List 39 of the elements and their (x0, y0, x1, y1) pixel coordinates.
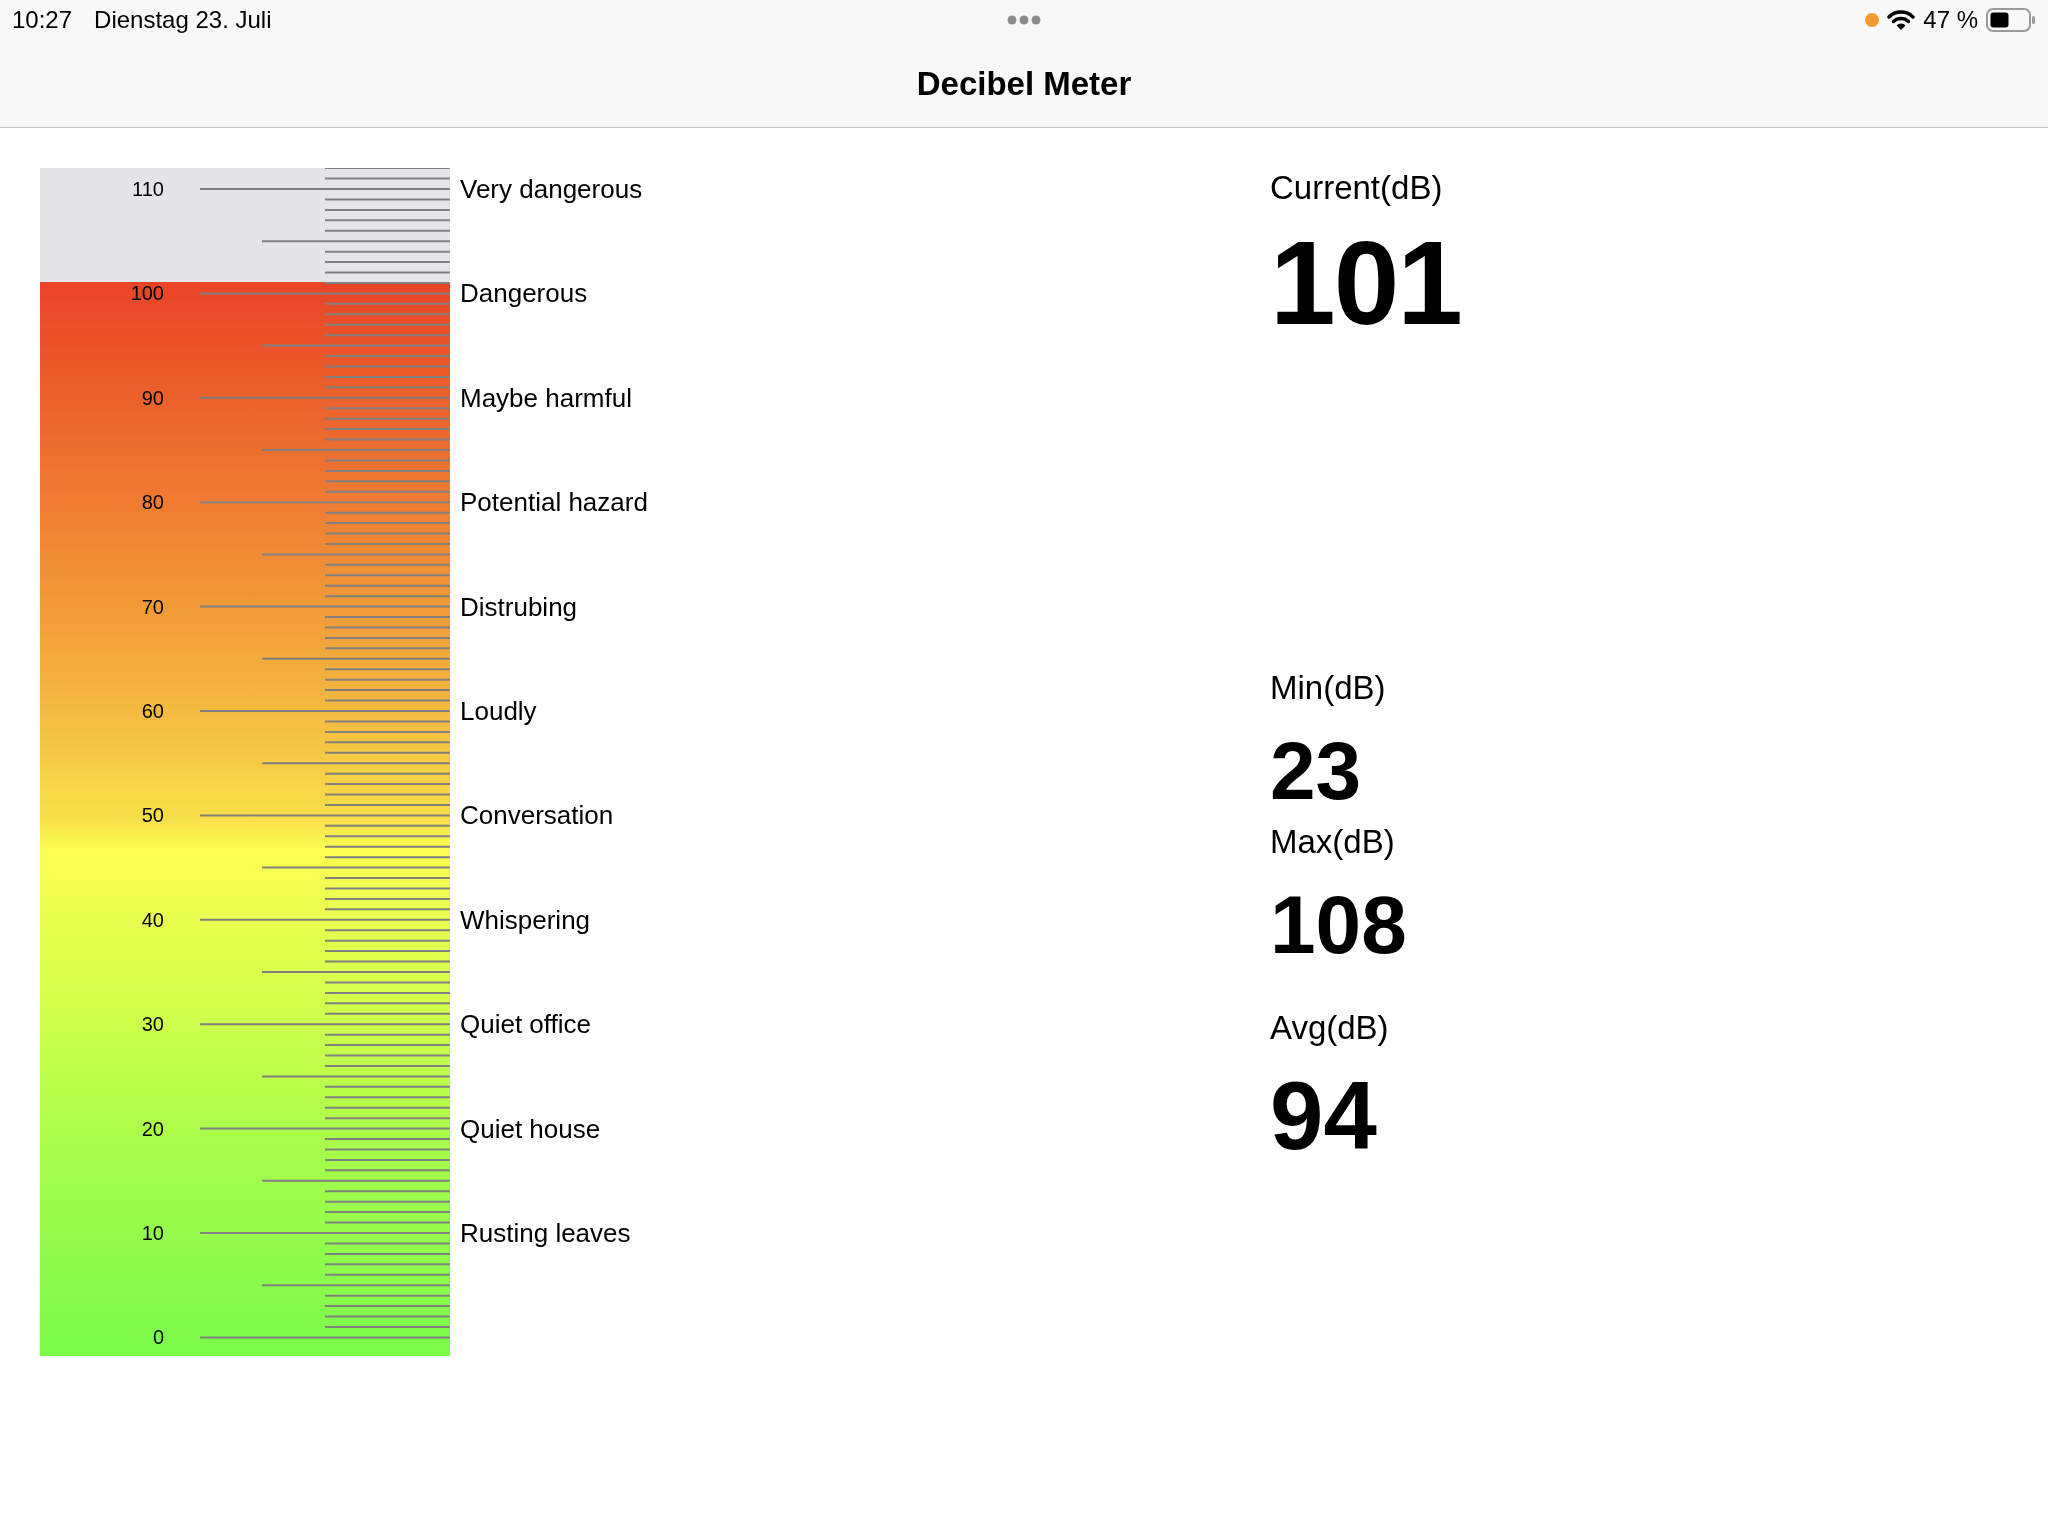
scale-value: 90 (141, 385, 164, 411)
level-label: Maybe harmful (460, 381, 632, 414)
reading-value: 108 (1270, 884, 1408, 966)
reading-value: 23 (1270, 730, 1363, 812)
scale-value: 30 (141, 1012, 164, 1038)
scale-value: 80 (141, 490, 164, 516)
reading-value: 101 (1270, 224, 1461, 342)
scale-value: 100 (130, 281, 164, 307)
scale-value: 40 (141, 907, 164, 933)
scale-value: 50 (141, 803, 164, 829)
level-label: Dangerous (460, 277, 588, 310)
level-label: Quiet house (460, 1112, 601, 1145)
reading-label: Current(dB) (1270, 168, 1444, 208)
level-label: Whispering (460, 903, 591, 936)
scale-value: 20 (141, 1116, 164, 1142)
level-label: Potential hazard (460, 486, 648, 519)
level-label: Loudly (460, 695, 537, 727)
scale-value: 10 (141, 1221, 164, 1246)
reading-value: 94 (1270, 1068, 1378, 1164)
reading-label: Max(dB) (1270, 822, 1396, 862)
wifi-icon (1887, 9, 1916, 31)
battery-icon (1986, 8, 2036, 32)
status-time: 10:27 (12, 6, 73, 34)
scale-value: 110 (132, 177, 164, 202)
scale-value: 70 (141, 594, 164, 620)
level-label: Quiet office (460, 1008, 592, 1041)
screen-title: Decibel Meter (916, 64, 1132, 103)
battery-percentage: 47 % (1923, 6, 1978, 34)
level-label: Rusting leaves (460, 1217, 631, 1249)
more-dots-icon[interactable] (1007, 15, 1041, 25)
level-label: Distrubing (460, 590, 578, 623)
recording-dot-icon (1865, 13, 1880, 27)
scale-value: 60 (141, 699, 164, 724)
reading-label: Min(dB) (1270, 668, 1387, 708)
reading-label: Avg(dB) (1270, 1008, 1390, 1048)
scale-value: 0 (152, 1325, 164, 1351)
level-label: Conversation (460, 799, 614, 832)
status-date: Dienstag 23. Juli (94, 6, 272, 34)
level-label: Very dangerous (460, 173, 643, 205)
